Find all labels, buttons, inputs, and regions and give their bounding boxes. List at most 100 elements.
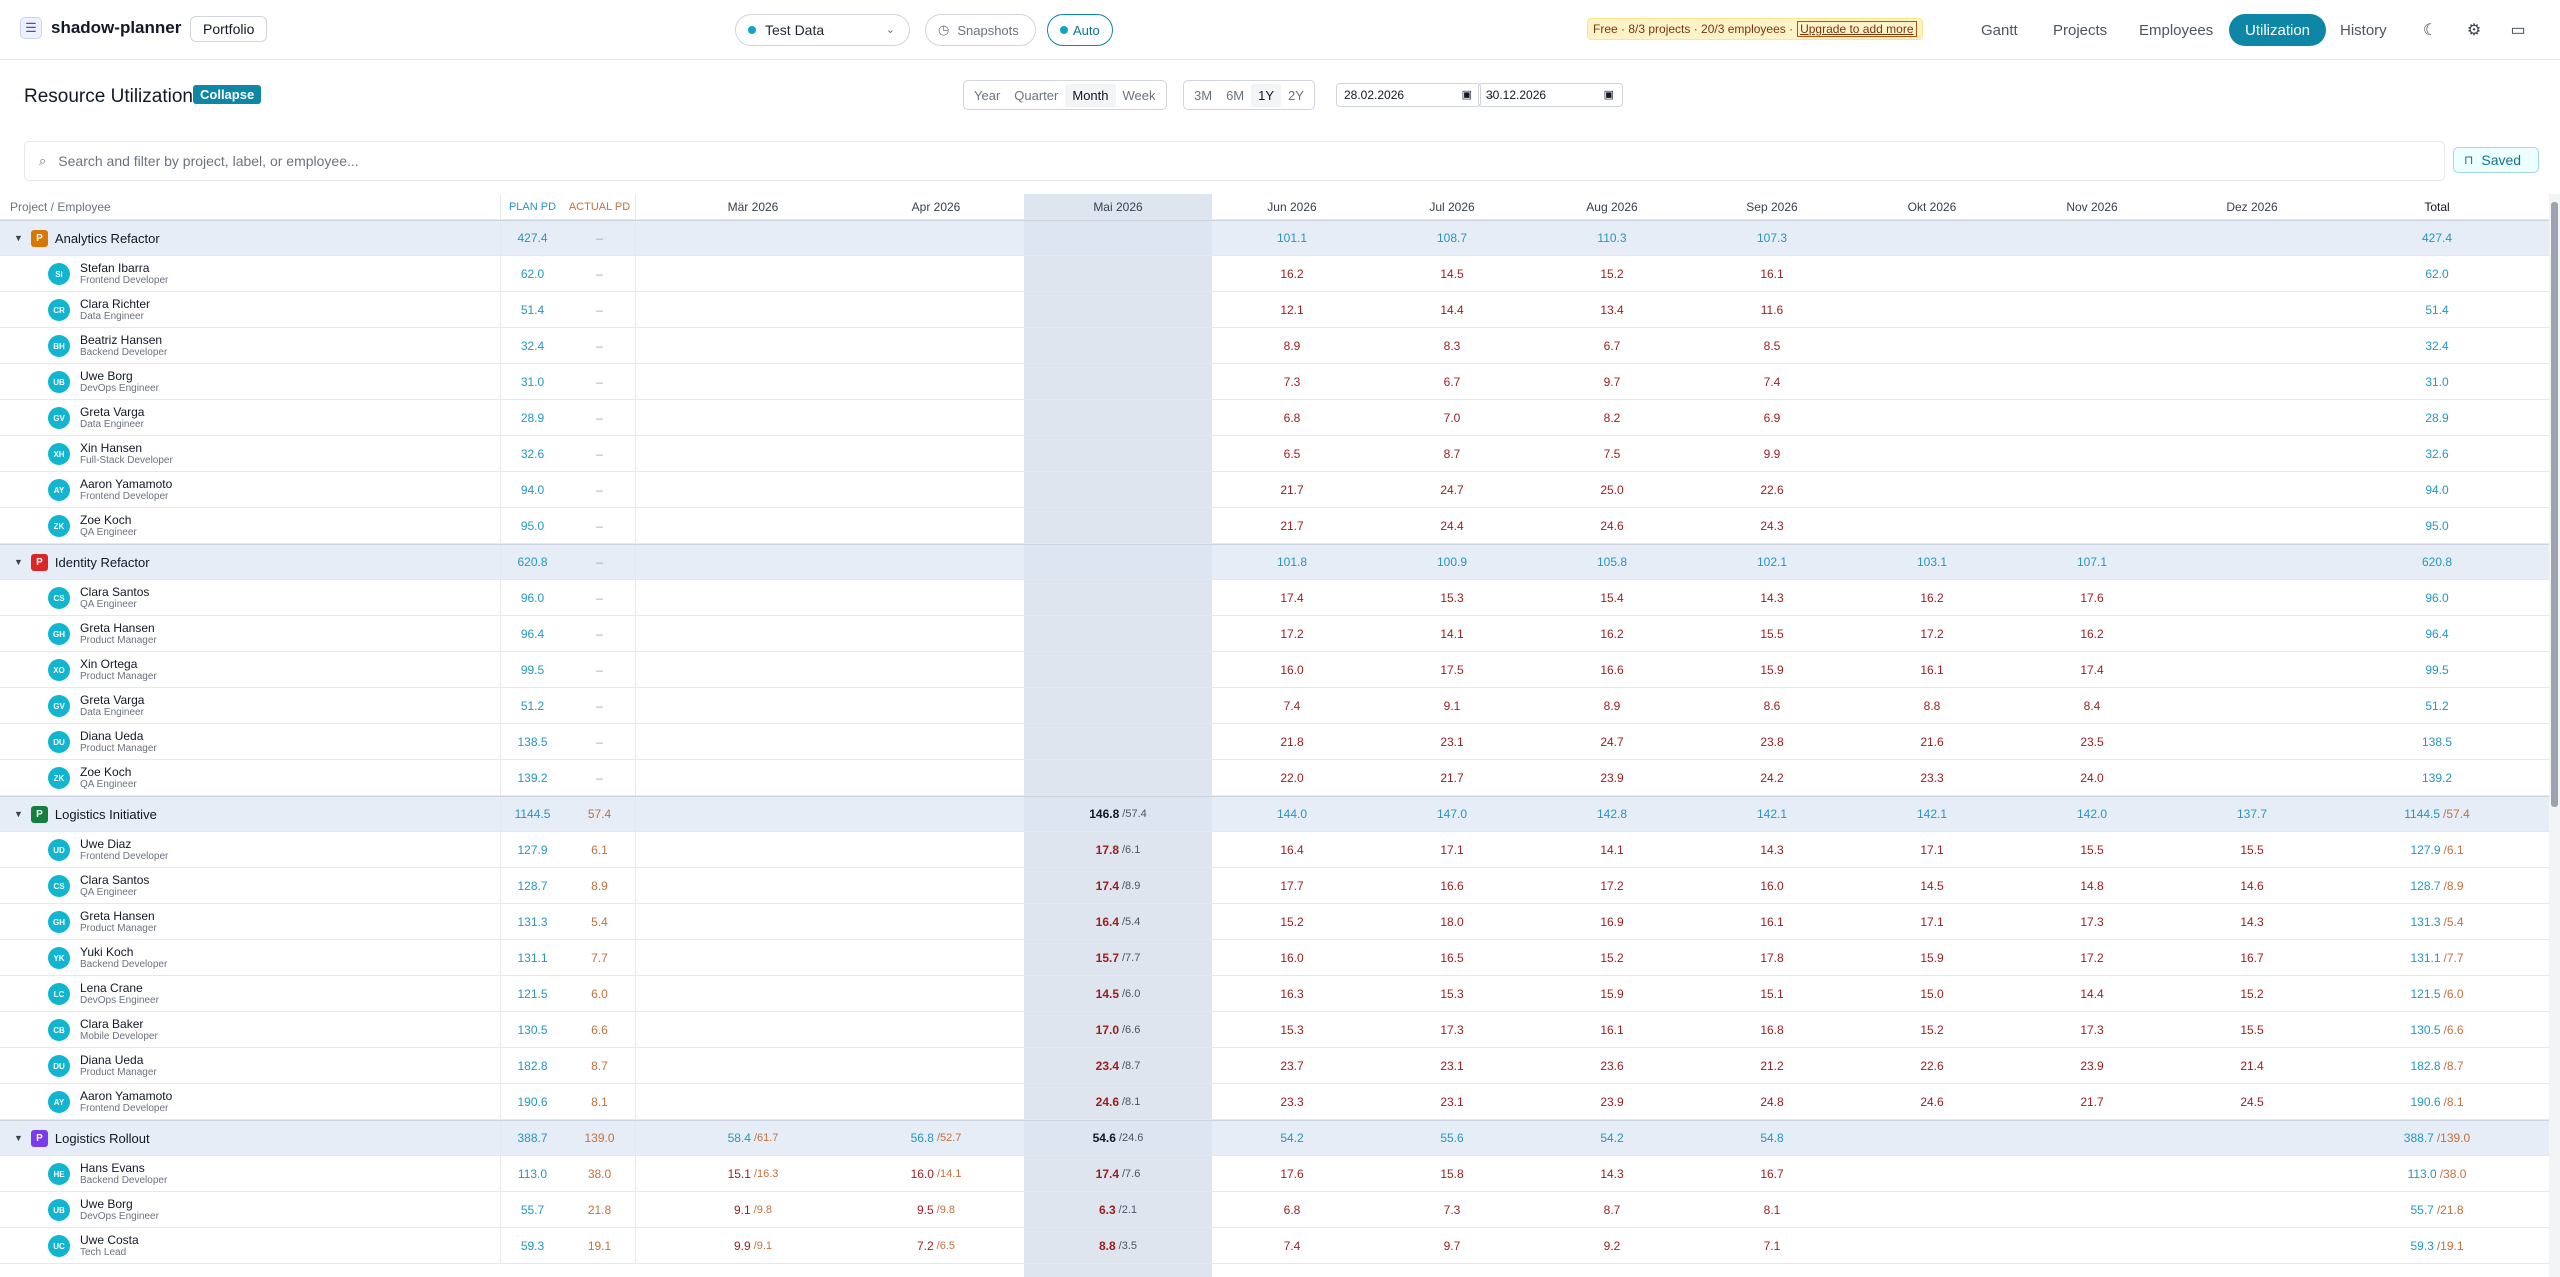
employee-name-cell[interactable]: LC Lena Crane DevOps Engineer (48, 979, 159, 1009)
month-value (2012, 256, 2172, 291)
employee-row[interactable]: UB Uwe Borg DevOps Engineer 31.0–7.3 6.7 9.7 7… (0, 364, 2549, 400)
employee-row[interactable]: UD Uwe Diaz Frontend Developer 127.9 6.1 17.8… (0, 832, 2549, 868)
employee-row[interactable]: UC Uwe Costa Tech Lead 59.3 19.1 9.9 /9.1 7.2 … (0, 1228, 2549, 1264)
employee-name-cell[interactable]: XO Xin Ortega Product Manager (48, 655, 157, 685)
employee-row[interactable]: AY Aaron Yamamoto Frontend Developer 190.6 8… (0, 1084, 2549, 1120)
nav-utilization-label: Utilization (2229, 14, 2327, 46)
nav-utilization[interactable]: Utilization (2229, 14, 2327, 46)
granularity-quarter[interactable]: Quarter (1007, 84, 1065, 107)
employee-name-cell[interactable]: GV Greta Varga Data Engineer (48, 403, 144, 433)
brand[interactable]: ☰ shadow-planner (20, 17, 181, 39)
month-value (2172, 724, 2332, 759)
granularity-month[interactable]: Month (1065, 83, 1116, 107)
employee-name-cell[interactable]: UD Uwe Diaz Frontend Developer (48, 835, 168, 865)
employee-name-cell[interactable]: ZK Zoe Koch QA Engineer (48, 763, 137, 793)
project-row[interactable]: ▼ P Logistics Rollout 388.7 139.0 58.4 /61.7 5… (0, 1120, 2549, 1156)
employee-row[interactable]: UB Uwe Borg DevOps Engineer 55.7 21.8 9.1 /9.… (0, 1192, 2549, 1228)
snapshots-button[interactable]: ◷ Snapshots (925, 14, 1036, 46)
employee-row[interactable]: GV Greta Varga Data Engineer 28.9–6.8 7.0 8.2… (0, 400, 2549, 436)
employee-row[interactable]: CS Clara Santos QA Engineer 96.0–17.4 15.3 15… (0, 580, 2549, 616)
employee-row[interactable]: CS Clara Santos QA Engineer 128.7 8.9 17.4 /8… (0, 868, 2549, 904)
employee-row[interactable]: HE Hans Evans Backend Developer 113.0 38.0 15… (0, 1156, 2549, 1192)
month-value (2172, 760, 2332, 795)
nav-gantt[interactable]: Gantt (1981, 14, 2018, 46)
dataset-select[interactable]: Test Data ⌄ (735, 14, 910, 46)
date-to-input[interactable]: 30.12.2026 ▣ (1478, 83, 1623, 107)
project-title[interactable]: ▼ P Logistics Rollout (14, 1121, 150, 1155)
employee-name-cell[interactable]: AY Aaron Yamamoto Frontend Developer (48, 475, 172, 505)
employee-name-cell[interactable]: SI Stefan Ibarra Frontend Developer (48, 259, 168, 289)
employee-row[interactable]: CR Clara Richter Data Engineer 51.4–12.1 14.… (0, 292, 2549, 328)
employee-row[interactable]: XH Xin Hansen Full-Stack Developer 32.6–6.5… (0, 436, 2549, 472)
employee-row[interactable]: LC Lena Crane DevOps Engineer 121.5 6.0 14.5 … (0, 976, 2549, 1012)
gear-icon[interactable]: ⚙ (2463, 19, 2485, 41)
employee-name-cell[interactable]: ZK Zoe Koch QA Engineer (48, 511, 137, 541)
employee-name-cell[interactable]: CR Clara Richter Data Engineer (48, 295, 150, 325)
employee-name-cell[interactable]: CS Clara Santos QA Engineer (48, 583, 149, 613)
triangle-down-icon[interactable]: ▼ (14, 233, 23, 243)
employee-row[interactable]: GH Greta Hansen Product Manager 131.3 5.4 16.… (0, 904, 2549, 940)
month-value: 9.2 (1603, 1238, 1621, 1253)
granularity-year[interactable]: Year (967, 84, 1007, 107)
project-title[interactable]: ▼ P Logistics Initiative (14, 797, 157, 831)
range-3m[interactable]: 3M (1187, 84, 1219, 107)
date-from-input[interactable]: 28.02.2026 ▣ (1336, 83, 1481, 107)
scrollbar-thumb[interactable] (2551, 202, 2558, 807)
nav-history[interactable]: History (2340, 14, 2387, 46)
employee-row[interactable]: GH Greta Hansen Product Manager 96.4–17.2 14… (0, 616, 2549, 652)
employee-name-cell[interactable]: XH Xin Hansen Full-Stack Developer (48, 439, 173, 469)
employee-name-cell[interactable]: CB Clara Baker Mobile Developer (48, 1015, 158, 1045)
auto-toggle[interactable]: Auto (1047, 14, 1113, 46)
employee-name-cell[interactable]: DU Diana Ueda Product Manager (48, 1051, 157, 1081)
employee-name-cell[interactable]: GV Greta Varga Data Engineer (48, 691, 144, 721)
plan-value: 9.5 (916, 1202, 934, 1217)
triangle-down-icon[interactable]: ▼ (14, 809, 23, 819)
employee-name-cell[interactable]: UC Uwe Costa Tech Lead (48, 1231, 139, 1261)
range-2y[interactable]: 2Y (1281, 84, 1311, 107)
range-1y[interactable]: 1Y (1251, 83, 1282, 107)
portfolio-button[interactable]: Portfolio (190, 16, 268, 42)
employee-name-cell[interactable]: BH Beatriz Hansen Backend Developer (48, 331, 167, 361)
employee-row[interactable]: BH Beatriz Hansen Backend Developer 32.4–8.… (0, 328, 2549, 364)
triangle-down-icon[interactable]: ▼ (14, 557, 23, 567)
employee-row[interactable]: ZK Zoe Koch QA Engineer 139.2–22.0 21.7 23.9 2… (0, 760, 2549, 796)
project-title[interactable]: ▼ P Identity Refactor (14, 545, 150, 579)
employee-name-cell[interactable]: CS Clara Santos QA Engineer (48, 871, 149, 901)
moon-icon[interactable]: ☾ (2419, 19, 2441, 41)
employee-name-cell[interactable]: HE Hans Evans Backend Developer (48, 1159, 167, 1189)
project-title[interactable]: ▼ P Analytics Refactor (14, 221, 160, 255)
nav-projects[interactable]: Projects (2053, 14, 2107, 46)
employee-name-cell[interactable]: UB Uwe Borg DevOps Engineer (48, 1195, 159, 1225)
project-row[interactable]: ▼ P Identity Refactor 620.8–101.8 100.9 105.8… (0, 544, 2549, 580)
project-month-value: 142.0 (2076, 807, 2108, 821)
employee-name-cell[interactable]: DU Diana Ueda Product Manager (48, 727, 157, 757)
employee-row[interactable]: YK Yuki Koch Backend Developer 131.1 7.7 15.7… (0, 940, 2549, 976)
project-row[interactable]: ▼ P Logistics Initiative 1144.5 57.4 146.8 /5… (0, 796, 2549, 832)
employee-row[interactable]: CB Clara Baker Mobile Developer 130.5 6.6 17.… (0, 1012, 2549, 1048)
employee-row[interactable]: SI Stefan Ibarra Frontend Developer 62.0–16… (0, 256, 2549, 292)
employee-name-cell[interactable]: GH Greta Hansen Product Manager (48, 907, 157, 937)
range-6m[interactable]: 6M (1219, 84, 1251, 107)
employee-row[interactable]: DU Diana Ueda Product Manager 138.5–21.8 23.… (0, 724, 2549, 760)
employee-row[interactable]: AY Aaron Yamamoto Frontend Developer 94.0–2… (0, 472, 2549, 508)
employee-name-cell[interactable]: UB Uwe Borg DevOps Engineer (48, 367, 159, 397)
collapse-button[interactable]: Collapse (193, 85, 262, 104)
nav-employees[interactable]: Employees (2139, 14, 2213, 46)
employee-row[interactable]: XO Xin Ortega Product Manager 99.5–16.0 17.5… (0, 652, 2549, 688)
menu-icon[interactable]: ☰ (20, 17, 42, 39)
employee-name-cell[interactable]: YK Yuki Koch Backend Developer (48, 943, 167, 973)
month-value (2172, 256, 2332, 291)
triangle-down-icon[interactable]: ▼ (14, 1133, 23, 1143)
employee-row[interactable]: GV Greta Varga Data Engineer 51.2–7.4 9.1 8.9… (0, 688, 2549, 724)
employee-row[interactable]: ZK Zoe Koch QA Engineer 95.0–21.7 24.4 24.6 24… (0, 508, 2549, 544)
search-input[interactable]: ⌕ Search and filter by project, label, o… (24, 141, 2445, 181)
employee-row[interactable]: DU Diana Ueda Product Manager 182.8 8.7 23.4 … (0, 1048, 2549, 1084)
saved-button[interactable]: ⊓ Saved (2453, 147, 2539, 173)
upgrade-link[interactable]: Upgrade to add more (1797, 21, 1917, 37)
employee-name-cell[interactable]: AY Aaron Yamamoto Frontend Developer (48, 1087, 172, 1117)
project-row[interactable]: ▼ P Analytics Refactor 427.4–101.1 108.7 110.… (0, 220, 2549, 256)
plan-value: 14.5 (1095, 986, 1119, 1001)
employee-name-cell[interactable]: GH Greta Hansen Product Manager (48, 619, 157, 649)
chat-icon[interactable]: ▭ (2507, 19, 2529, 41)
granularity-week[interactable]: Week (1116, 84, 1163, 107)
